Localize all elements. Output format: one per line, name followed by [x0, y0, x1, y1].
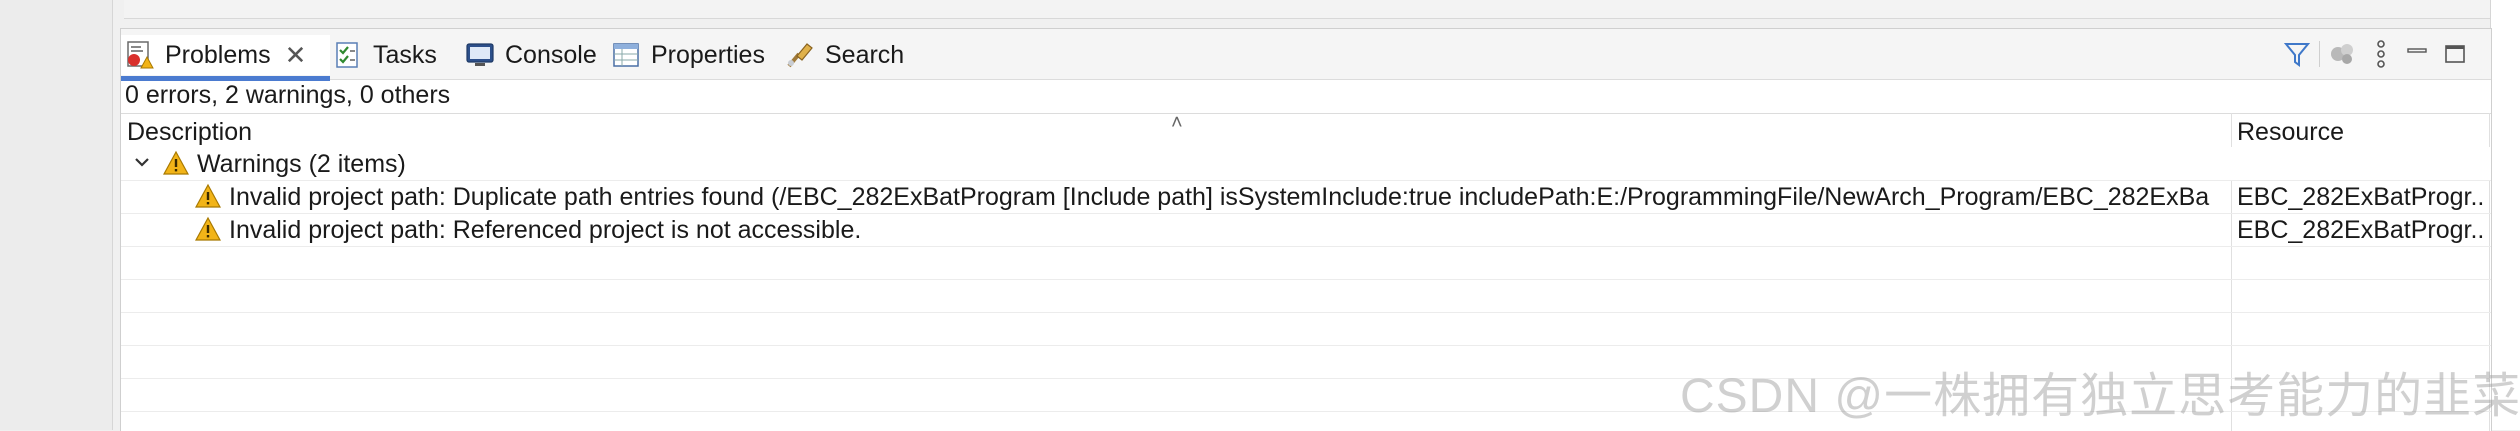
filter-icon[interactable]	[2281, 37, 2313, 71]
column-header-description[interactable]: Description	[127, 118, 252, 147]
problems-icon	[125, 40, 155, 70]
problem-resource: EBC_282ExBatProgr...	[2237, 183, 2485, 211]
toolbar-separator	[2319, 41, 2320, 67]
table-row[interactable]: Invalid project path: Duplicate path ent…	[121, 180, 2491, 214]
table-header: Description ˄ Resource	[121, 112, 2491, 149]
view-menu-icon[interactable]	[2365, 37, 2397, 71]
empty-row	[121, 279, 2491, 313]
table-row[interactable]: Invalid project path: Referenced project…	[121, 213, 2491, 247]
warning-icon	[163, 150, 189, 175]
chevron-down-icon[interactable]	[131, 151, 153, 173]
tab-properties-label: Properties	[651, 40, 765, 69]
tab-tasks-label: Tasks	[373, 40, 437, 69]
top-editor-strip	[124, 0, 2490, 19]
warning-icon	[195, 216, 221, 241]
configure-icon[interactable]	[2327, 37, 2359, 71]
tab-console-label: Console	[505, 40, 597, 69]
console-icon	[465, 40, 495, 70]
sort-caret-icon: ˄	[1171, 112, 1183, 134]
close-icon[interactable]: ✕	[285, 40, 307, 71]
tasks-icon	[333, 40, 363, 70]
warning-icon	[195, 183, 221, 208]
search-icon	[785, 40, 815, 70]
empty-row	[121, 312, 2491, 346]
tab-problems[interactable]: Problems ✕	[121, 35, 330, 81]
watermark: CSDN @一株拥有独立思考能力的韭菜	[1680, 370, 2520, 423]
maximize-icon[interactable]	[2439, 37, 2471, 71]
tab-tasks[interactable]: Tasks	[333, 35, 437, 75]
minimize-icon[interactable]	[2401, 37, 2433, 71]
tab-properties[interactable]: Properties	[611, 35, 765, 75]
tab-search[interactable]: Search	[785, 35, 904, 75]
problem-description: Invalid project path: Duplicate path ent…	[229, 183, 2210, 211]
empty-row	[121, 246, 2491, 280]
problems-summary: 0 errors, 2 warnings, 0 others	[125, 81, 451, 109]
properties-icon	[611, 40, 641, 70]
tab-search-label: Search	[825, 40, 905, 69]
problem-resource: EBC_282ExBatProgr...	[2237, 216, 2485, 244]
warnings-group-label: Warnings (2 items)	[197, 150, 406, 178]
left-gutter	[0, 0, 113, 430]
problem-description: Invalid project path: Referenced project…	[229, 216, 862, 244]
column-header-resource[interactable]: Resource	[2237, 118, 2344, 147]
tab-problems-label: Problems	[165, 40, 271, 69]
tab-console[interactable]: Console	[465, 35, 597, 75]
view-tab-bar: Problems ✕ Tasks Console Properties Sear…	[121, 29, 2491, 81]
warnings-group-row[interactable]: Warnings (2 items)	[121, 147, 2491, 181]
